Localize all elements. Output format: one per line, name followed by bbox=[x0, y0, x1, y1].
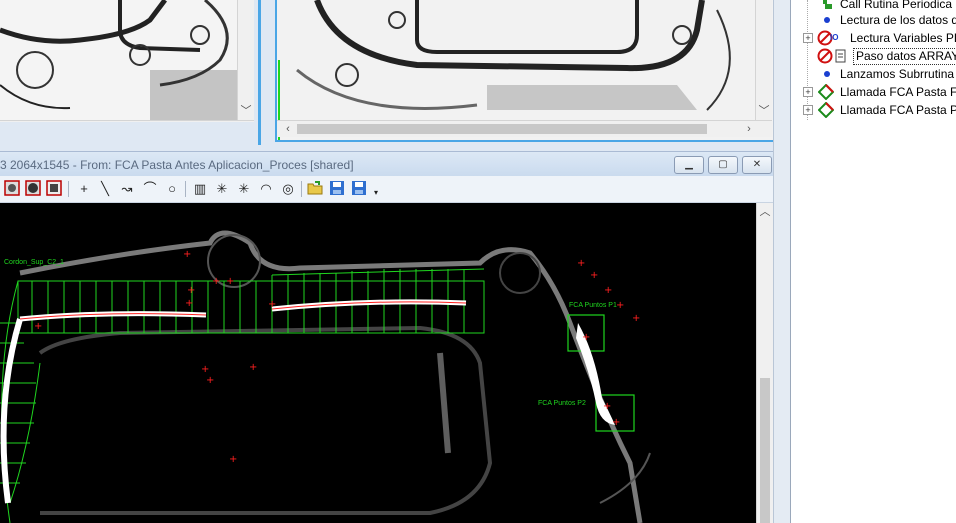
svg-text:+: + bbox=[603, 401, 611, 412]
tree-item-label: Lanzamos Subrrutina c bbox=[840, 67, 956, 81]
scroll-left-arrow[interactable]: ‹ bbox=[281, 122, 295, 136]
expand-icon[interactable]: + bbox=[803, 87, 813, 97]
left-pane-vscroll[interactable]: ﹀ bbox=[237, 0, 254, 122]
svg-text:+: + bbox=[183, 249, 191, 260]
target-tool-icon[interactable]: ◎ bbox=[279, 180, 297, 198]
expand-icon[interactable]: + bbox=[803, 105, 813, 115]
svg-text:+: + bbox=[582, 332, 590, 343]
pane-image-left bbox=[0, 0, 254, 122]
disabled-icon bbox=[817, 48, 833, 64]
point-tool-icon[interactable]: + bbox=[75, 180, 93, 198]
blue-dot-icon bbox=[819, 66, 835, 82]
region-tool-icon[interactable] bbox=[3, 180, 21, 198]
svg-text:+: + bbox=[185, 298, 193, 309]
window-title: 3 2064x1545 - From: FCA Pasta Antes Apli… bbox=[0, 158, 354, 172]
toolbar-separator bbox=[301, 181, 302, 197]
minimize-button[interactable]: ▁ bbox=[674, 156, 704, 174]
right-pane-hscroll[interactable]: ‹ › bbox=[277, 120, 772, 137]
svg-text:+: + bbox=[201, 364, 209, 375]
blue-dot-icon bbox=[819, 12, 835, 28]
svg-text:+: + bbox=[632, 313, 640, 324]
inspection-canvas[interactable]: + + + + + + + + + + + + + + + + + + + Cordon_Sup_C2_1 … bbox=[0, 203, 756, 523]
canvas-vscroll[interactable]: ︿ bbox=[756, 203, 773, 523]
scroll-thumb[interactable] bbox=[297, 124, 707, 134]
inspection-image: ++++ ++++ ++++ ++++ +++ bbox=[0, 203, 756, 523]
toolbar-separator bbox=[68, 181, 69, 197]
fill-tool-icon[interactable] bbox=[24, 180, 42, 198]
svg-text:+: + bbox=[229, 454, 237, 465]
io-read-icon: IO bbox=[830, 33, 839, 42]
tree-item[interactable]: + Llamada FCA Pasta Fo bbox=[791, 83, 956, 101]
scroll-right-arrow[interactable]: › bbox=[742, 122, 756, 136]
polyline-tool-icon[interactable]: ↝ bbox=[118, 180, 136, 198]
arch-tool-icon[interactable]: ◠ bbox=[257, 180, 275, 198]
tree-item-label: Llamada FCA Pasta Fo bbox=[840, 85, 956, 99]
tree-item-label: Paso datos ARRAY I bbox=[853, 48, 956, 65]
pane-border-left bbox=[258, 0, 261, 145]
radial-tool-icon[interactable]: ✳ bbox=[213, 180, 231, 198]
left-pane-hscroll[interactable]: › bbox=[0, 120, 254, 122]
edges-tool-icon[interactable]: ▥ bbox=[191, 180, 209, 198]
diamond-icon bbox=[817, 101, 835, 119]
panel-splitter[interactable] bbox=[773, 0, 791, 523]
pane-divider bbox=[262, 0, 274, 150]
svg-text:+: + bbox=[206, 375, 214, 386]
scroll-down-arrow[interactable]: ﹀ bbox=[757, 104, 771, 118]
tree-item[interactable]: Paso datos ARRAY I bbox=[791, 47, 956, 65]
pane-image-right bbox=[277, 0, 774, 140]
tree-item[interactable]: Lanzamos Subrrutina c bbox=[791, 65, 956, 83]
arc-tool-icon[interactable]: ⌒ bbox=[141, 180, 159, 198]
line-tool-icon[interactable]: ╲ bbox=[96, 180, 114, 198]
tree-item-label: Lectura de los datos q bbox=[840, 13, 956, 27]
puntos-p2-label: FCA Puntos P2 bbox=[538, 400, 586, 407]
right-pane-vscroll[interactable]: ﹀ bbox=[755, 0, 772, 120]
image-tool-icon[interactable] bbox=[45, 180, 63, 198]
scroll-down-arrow[interactable]: ﹀ bbox=[239, 104, 253, 118]
tree-item[interactable]: Lectura de los datos q bbox=[791, 11, 956, 29]
tree-item-label: Llamada FCA Pasta Pro bbox=[840, 103, 956, 117]
toolbar-separator bbox=[185, 181, 186, 197]
svg-text:+: + bbox=[187, 285, 195, 296]
chevron-down-icon[interactable]: ▾ bbox=[367, 184, 385, 202]
circle-tool-icon[interactable]: ○ bbox=[163, 180, 181, 198]
image-pane-top-left[interactable]: ﹀ › bbox=[0, 0, 254, 122]
puntos-p1-label: FCA Puntos P1 bbox=[569, 302, 617, 309]
scroll-thumb[interactable] bbox=[760, 378, 770, 523]
open-folder-icon[interactable] bbox=[306, 180, 324, 198]
close-button[interactable]: ✕ bbox=[742, 156, 772, 174]
image-toolbar: + ╲ ↝ ⌒ ○ ▥ ✳ ✳ ◠ ◎ ▾ bbox=[0, 176, 782, 203]
star-tool-icon[interactable]: ✳ bbox=[235, 180, 253, 198]
svg-text:+: + bbox=[612, 417, 620, 428]
tree-item[interactable]: + Llamada FCA Pasta Pro bbox=[791, 101, 956, 119]
maximize-button[interactable]: ▢ bbox=[708, 156, 738, 174]
svg-text:+: + bbox=[34, 321, 42, 332]
svg-text:+: + bbox=[590, 270, 598, 281]
image-pane-top-right[interactable]: ﹀ ‹ › bbox=[275, 0, 776, 142]
svg-text:+: + bbox=[226, 276, 234, 287]
svg-text:+: + bbox=[604, 285, 612, 296]
save-as-icon[interactable] bbox=[350, 180, 368, 198]
svg-text:+: + bbox=[268, 299, 276, 310]
svg-text:+: + bbox=[249, 362, 257, 373]
document-icon bbox=[835, 48, 851, 64]
svg-text:+: + bbox=[577, 258, 585, 269]
scroll-up-arrow[interactable]: ︿ bbox=[758, 205, 772, 219]
tree-item-label: Lectura Variables PL bbox=[850, 31, 956, 45]
program-tree: Call Rutina Periodica P Lectura de los d… bbox=[790, 0, 956, 523]
diamond-icon bbox=[817, 83, 835, 101]
tree-item[interactable]: + IO Lectura Variables PL bbox=[791, 29, 956, 47]
svg-text:+: + bbox=[212, 276, 220, 287]
image-window-titlebar[interactable]: 3 2064x1545 - From: FCA Pasta Antes Apli… bbox=[0, 151, 782, 177]
cordon-label: Cordon_Sup_C2_1 bbox=[4, 259, 64, 266]
svg-text:+: + bbox=[616, 300, 624, 311]
expand-icon[interactable]: + bbox=[803, 33, 813, 43]
save-icon[interactable] bbox=[328, 180, 346, 198]
